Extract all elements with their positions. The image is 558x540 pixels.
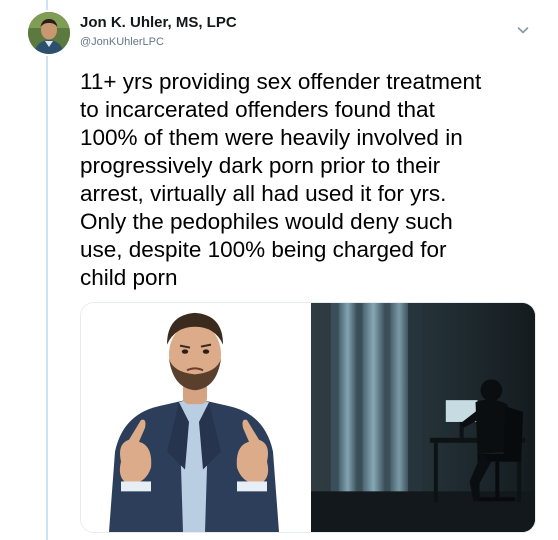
profile-photo-icon bbox=[28, 12, 70, 54]
media-photo-dark-room[interactable] bbox=[311, 303, 535, 532]
author-display-name[interactable]: Jon K. Uhler, MS, LPC bbox=[80, 14, 520, 32]
dark-room-image bbox=[311, 303, 535, 532]
media-photo-man-pointing[interactable] bbox=[81, 303, 307, 532]
tweet-header: Jon K. Uhler, MS, LPC @JonKUhlerLPC bbox=[80, 14, 520, 50]
thread-line bbox=[46, 0, 48, 540]
man-pointing-image bbox=[81, 303, 307, 532]
author-handle[interactable]: @JonKUhlerLPC bbox=[80, 34, 520, 50]
tweet-container: Jon K. Uhler, MS, LPC @JonKUhlerLPC 11+ … bbox=[0, 0, 558, 540]
tweet-media bbox=[80, 302, 536, 533]
tweet-text: 11+ yrs providing sex offender treatment… bbox=[80, 69, 482, 290]
avatar[interactable] bbox=[28, 12, 70, 54]
chevron-down-icon[interactable] bbox=[515, 22, 531, 38]
